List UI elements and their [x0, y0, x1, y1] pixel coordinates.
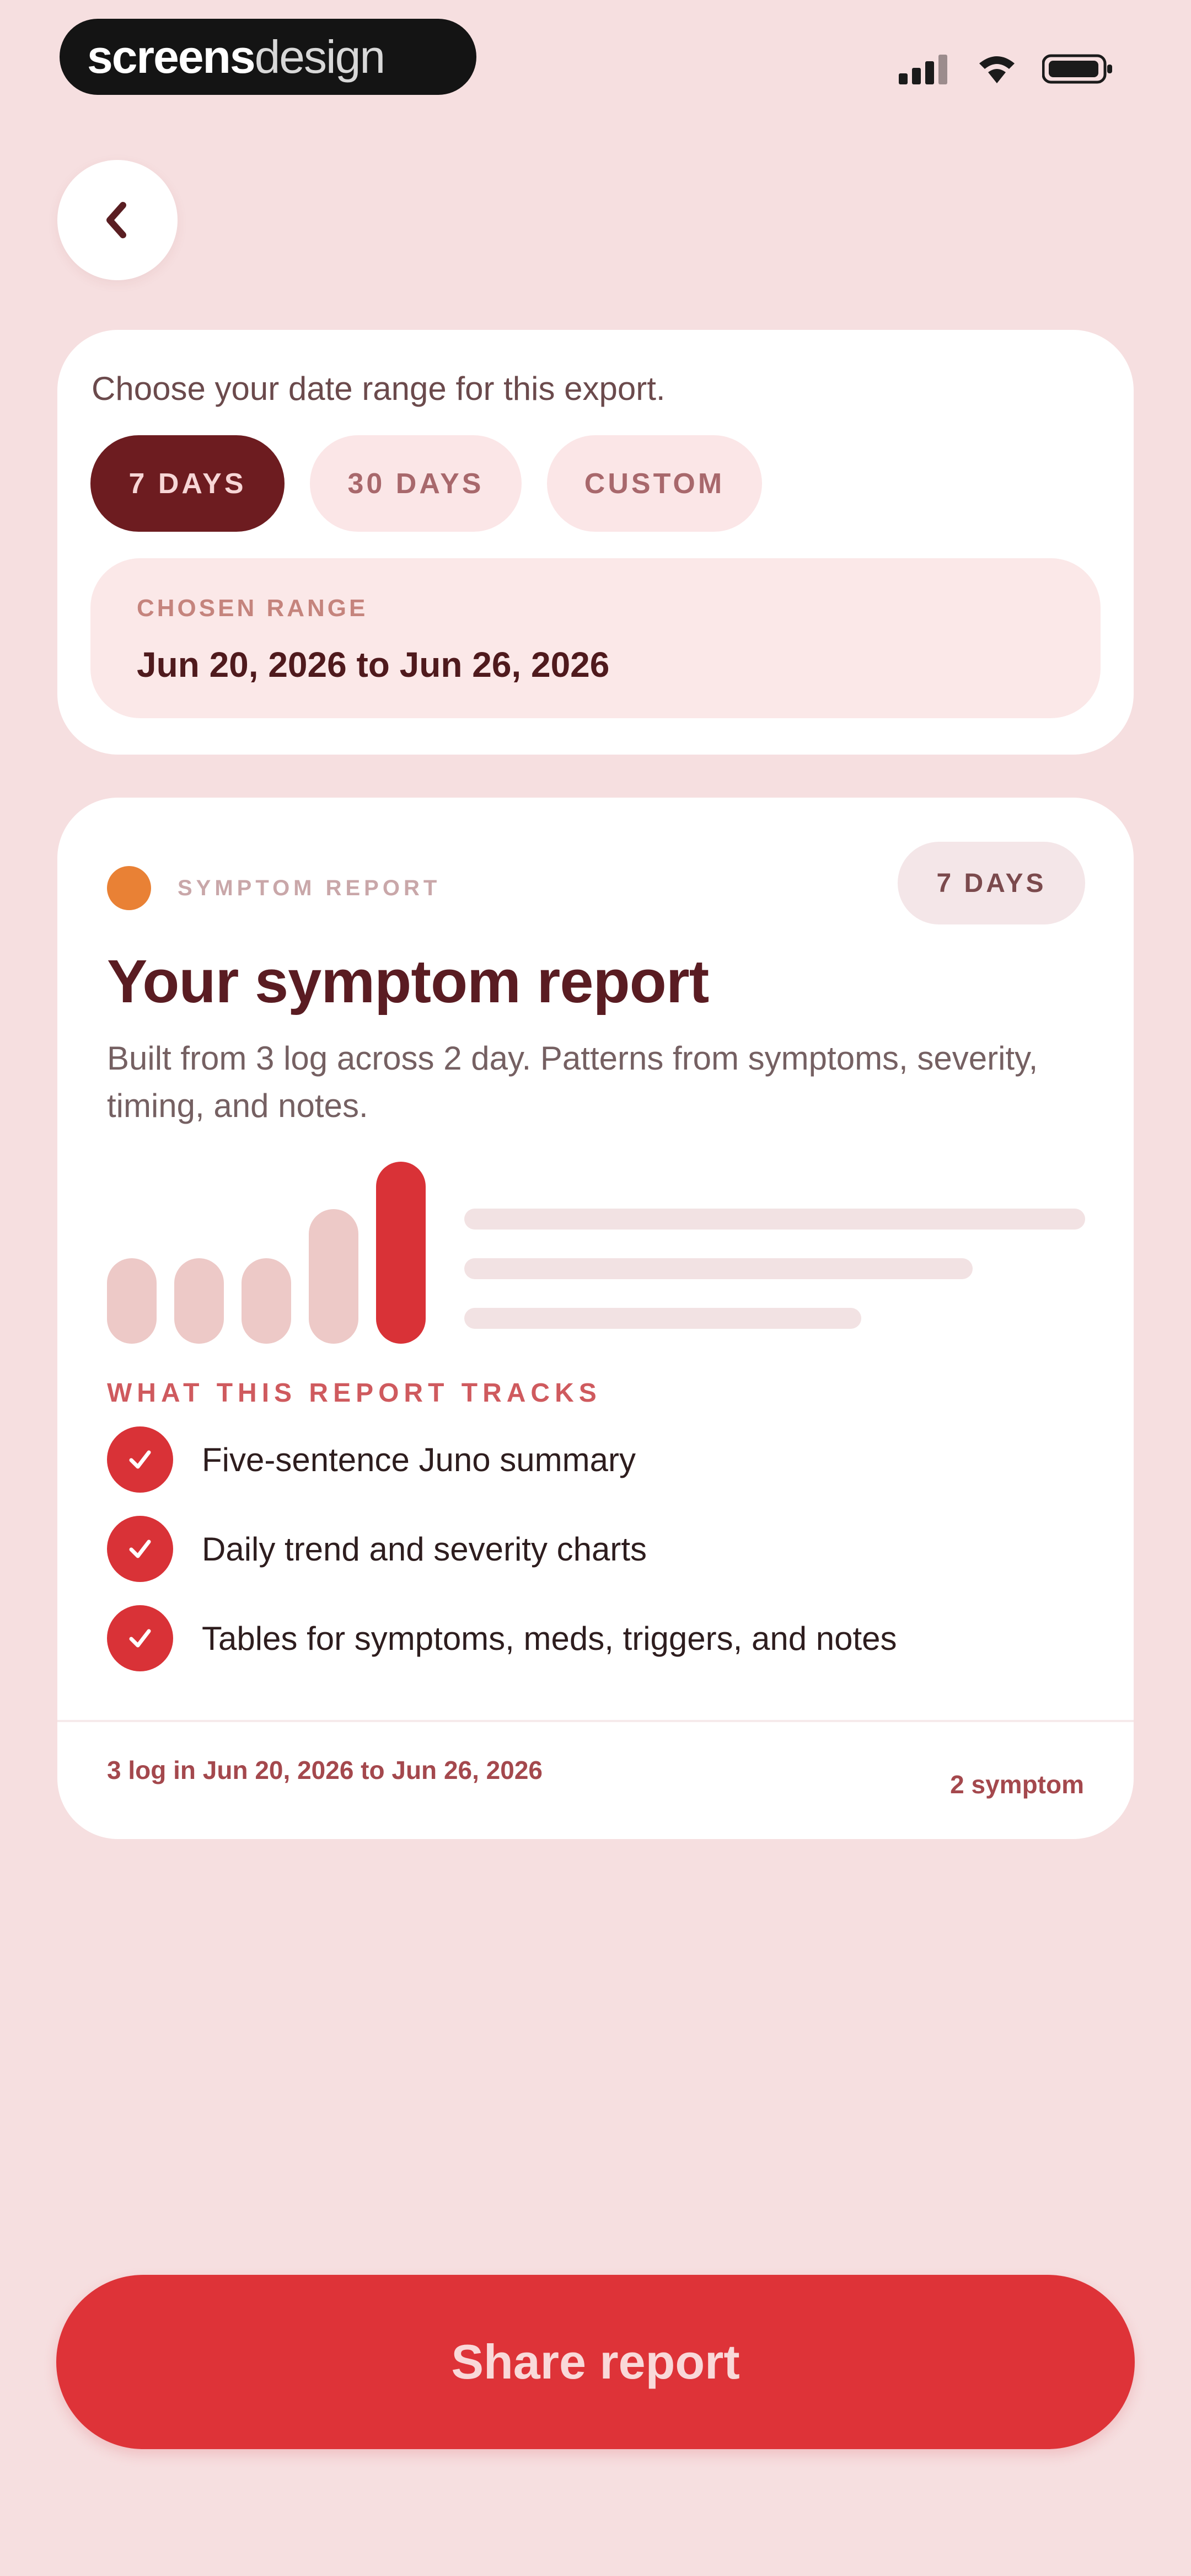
track-label: Tables for symptoms, meds, triggers, and…	[202, 1620, 897, 1657]
check-icon	[107, 1605, 173, 1671]
brand-logo: screens design	[60, 19, 476, 95]
preview-bar	[107, 1258, 157, 1344]
preview-bar	[309, 1209, 358, 1344]
preview-line	[464, 1209, 1085, 1230]
preview-text-lines	[464, 1209, 1085, 1358]
report-card: SYMPTOM REPORT 7 DAYS Your symptom repor…	[57, 798, 1134, 1839]
report-status-dot	[107, 866, 151, 910]
chosen-range-box: CHOSEN RANGE Jun 20, 2026 to Jun 26, 202…	[90, 558, 1101, 718]
preview-bar	[376, 1162, 426, 1344]
report-kicker: SYMPTOM REPORT	[178, 875, 441, 900]
date-range-options: 7 DAYS 30 DAYS CUSTOM	[90, 435, 1101, 532]
battery-icon	[1042, 54, 1112, 84]
range-option-custom[interactable]: CUSTOM	[547, 435, 762, 532]
check-icon	[107, 1516, 173, 1582]
check-icon	[107, 1426, 173, 1493]
chevron-left-icon	[106, 202, 126, 238]
date-range-card: Choose your date range for this export. …	[57, 330, 1134, 755]
card-divider	[57, 1720, 1134, 1722]
track-item: Daily trend and severity charts	[107, 1516, 897, 1582]
range-option-7-days[interactable]: 7 DAYS	[90, 435, 285, 532]
brand-thin: design	[254, 30, 386, 83]
report-period-badge: 7 DAYS	[898, 842, 1085, 924]
range-option-30-days[interactable]: 30 DAYS	[310, 435, 522, 532]
tracks-list: Five-sentence Juno summary Daily trend a…	[107, 1426, 897, 1695]
track-label: Daily trend and severity charts	[202, 1530, 647, 1568]
share-report-button[interactable]: Share report	[56, 2275, 1135, 2449]
report-title: Your symptom report	[107, 948, 709, 1016]
report-footer-range: 3 log in Jun 20, 2026 to Jun 26, 2026	[107, 1756, 543, 1784]
signal-icon	[899, 55, 947, 84]
report-description: Built from 3 log across 2 day. Patterns …	[107, 1040, 1038, 1124]
back-button[interactable]	[57, 160, 178, 280]
track-item: Tables for symptoms, meds, triggers, and…	[107, 1605, 897, 1671]
track-item: Five-sentence Juno summary	[107, 1426, 897, 1493]
chosen-range-value: Jun 20, 2026 to Jun 26, 2026	[137, 645, 610, 685]
report-header: SYMPTOM REPORT	[107, 866, 441, 910]
preview-bar	[242, 1258, 291, 1344]
tracks-heading: WHAT THIS REPORT TRACKS	[107, 1378, 602, 1408]
chosen-range-label: CHOSEN RANGE	[137, 595, 368, 622]
preview-line	[464, 1258, 973, 1279]
status-bar: screens design	[0, 0, 1191, 110]
brand-bold: screens	[87, 30, 256, 83]
preview-bar	[174, 1258, 224, 1344]
report-footer-count: 2 symptom	[950, 1770, 1084, 1799]
wifi-icon	[979, 56, 1015, 83]
status-icons	[899, 52, 1114, 85]
preview-line	[464, 1308, 861, 1329]
track-label: Five-sentence Juno summary	[202, 1441, 636, 1478]
date-range-prompt: Choose your date range for this export.	[92, 370, 666, 407]
preview-bar-chart	[107, 1162, 449, 1344]
